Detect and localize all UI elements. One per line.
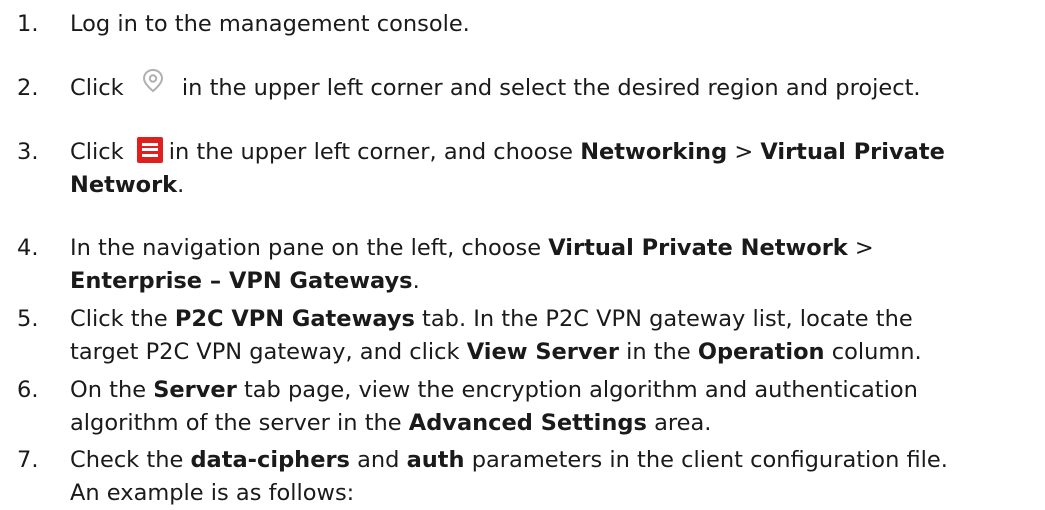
step-text-run: Click [70,75,131,101]
step-text-run: area. [646,410,712,436]
step-text-line: An example is as follows: [70,477,1040,510]
step-number: 3. [17,139,39,165]
step-number: 2. [17,75,39,101]
step-text-run: column. [824,339,922,365]
step-text-run: parameters in the client configuration f… [464,447,948,473]
step-text: Click in the upper left corner and selec… [70,68,1040,105]
ui-term: Server [153,377,237,403]
step-text-run: . [177,172,185,198]
step-text-line: Network. [70,169,1040,202]
ui-term: Operation [697,339,825,365]
step-text-line: Click the P2C VPN Gateways tab. In the P… [70,303,1040,336]
step-text-run: > [727,139,761,165]
step-text-run: algorithm of the server in the [70,410,409,436]
ui-term: auth [406,447,465,473]
step-text-line: target P2C VPN gateway, and click View S… [70,336,1040,369]
step-text-run: tab page, view the encryption algorithm … [236,377,918,403]
step-text-line: On the Server tab page, view the encrypt… [70,374,1040,407]
ui-term: data-ciphers [190,447,350,473]
ui-term: Virtual Private [760,139,945,165]
step-text-run: An example is as follows: [70,480,355,506]
ui-term: Virtual Private Network [548,235,848,261]
step-text: Log in to the management console. [70,8,1040,41]
step-number: 5. [17,306,39,332]
step-text-line: Check the data-ciphers and auth paramete… [70,444,1040,477]
procedure-steps: 1. Log in to the management console. 2. … [0,0,1045,510]
ui-term: View Server [466,339,619,365]
step-text-run: target P2C VPN gateway, and click [70,339,467,365]
step-text-run: Check the [70,447,191,473]
ui-term: Advanced Settings [408,410,647,436]
step-number: 1. [17,11,39,37]
step-text-line: Enterprise – VPN Gateways. [70,265,1040,298]
step-number: 4. [17,235,39,261]
ui-term: Enterprise – VPN Gateways [70,268,413,294]
ui-term: Networking [580,139,728,165]
location-pin-icon [131,67,175,99]
step-text-run: In the navigation pane on the left, choo… [70,235,549,261]
step-text: In the navigation pane on the left, choo… [70,232,1040,298]
step-text-line: algorithm of the server in the Advanced … [70,407,1040,440]
step-text-run: . [412,268,420,294]
step-text-run: in the [618,339,698,365]
step-text-run: tab. In the P2C VPN gateway list, locate… [414,306,913,332]
step-number: 7. [17,447,39,473]
step-number: 6. [17,377,39,403]
step-text-run: Click the [70,306,175,332]
step-text: Click the P2C VPN Gateways tab. In the P… [70,303,1040,369]
step-text-line: In the navigation pane on the left, choo… [70,232,1040,265]
step-text: Check the data-ciphers and auth paramete… [70,444,1040,510]
step-text-line: Click in the upper left corner, and choo… [70,136,1040,169]
step-text-run: Click [70,139,131,165]
step-text-run: > [847,235,874,261]
step-text-run: in the upper left corner, and choose [168,139,581,165]
step-text-line: Log in to the management console. [70,8,1040,41]
ui-term: Network [70,172,178,198]
step-text: Click in the upper left corner, and choo… [70,136,1040,202]
step-text-run: in the upper left corner and select the … [174,75,921,101]
step-text: On the Server tab page, view the encrypt… [70,374,1040,440]
step-text-line: Click in the upper left corner and selec… [70,68,1040,105]
step-text-run: On the [70,377,154,403]
step-text-run: Log in to the management console. [70,11,470,37]
hamburger-menu-icon [136,136,163,163]
ui-term: P2C VPN Gateways [174,306,415,332]
step-text-run: and [349,447,407,473]
